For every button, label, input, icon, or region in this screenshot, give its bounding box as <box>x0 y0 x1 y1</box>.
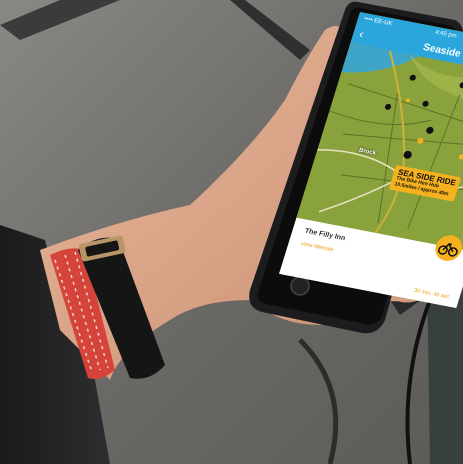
place-name: The Filly Inn <box>303 227 347 243</box>
view-website-link[interactable]: View Website <box>300 241 334 253</box>
photo-scene: •••• EE-UK 4:45 pm ‹ Seaside i <box>0 0 463 464</box>
clock-text: 4:45 pm <box>434 29 458 40</box>
home-button[interactable] <box>290 276 310 296</box>
ride-duration: 30 min. 48 sec <box>413 287 451 301</box>
